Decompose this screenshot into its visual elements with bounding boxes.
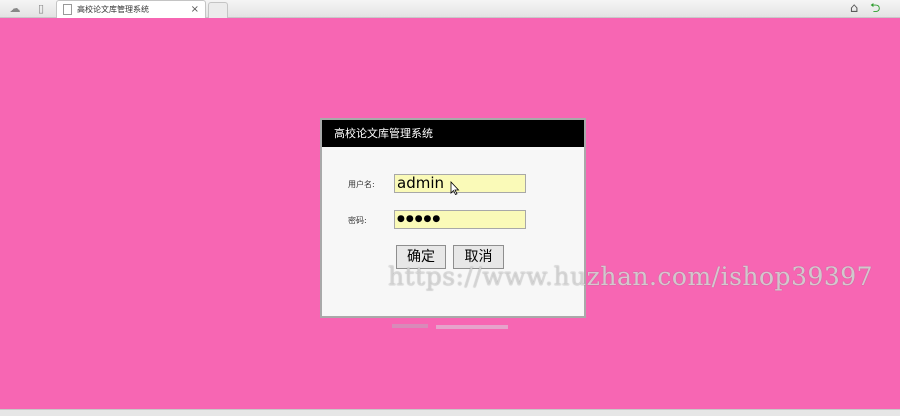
login-header-title: 高校论文库管理系统 [322,120,584,147]
cloud-icon[interactable]: ☁ [8,2,22,15]
browser-tab[interactable]: 高校论文库管理系统 × [56,0,206,18]
mouse-cursor-icon [450,181,460,195]
faint-link-1[interactable] [392,324,428,328]
password-input[interactable]: ●●●●● [394,210,526,229]
status-bar [0,409,900,416]
password-label: 密码: [348,216,367,225]
faint-link-2[interactable] [436,325,508,329]
browser-tab-bar: ☁ ▯ 高校论文库管理系统 × ⌂ ⮌ [0,0,900,18]
tab-close-icon[interactable]: × [191,3,199,16]
back-arrow-icon[interactable]: ⮌ [870,1,880,16]
username-input[interactable]: admin [394,174,526,193]
page-list-icon[interactable]: ▯ [34,2,48,15]
watermark-text: https://www.huzhan.com/ishop39397 [388,262,874,291]
tab-title: 高校论文库管理系统 [77,5,149,14]
username-label: 用户名: [348,180,375,189]
new-tab-button[interactable] [208,2,228,18]
document-icon [63,4,72,15]
home-icon[interactable]: ⌂ [850,1,858,16]
